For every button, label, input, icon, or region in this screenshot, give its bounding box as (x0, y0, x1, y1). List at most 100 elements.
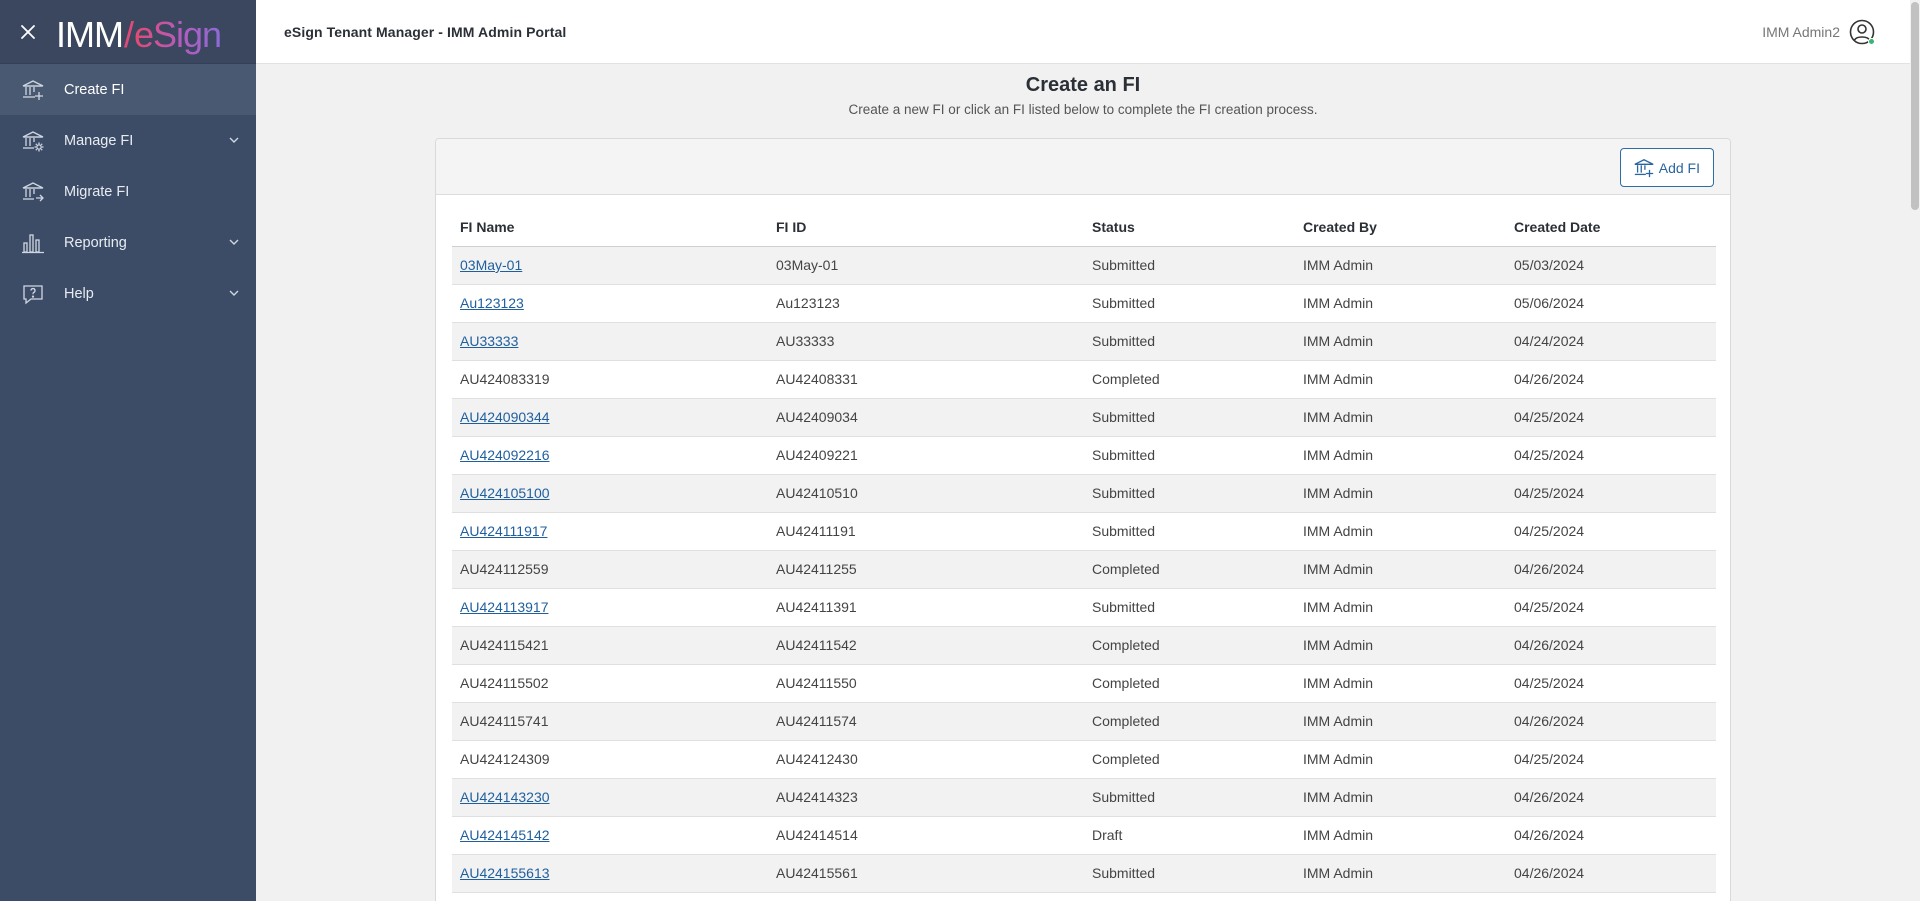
table-row[interactable]: AU424092216 AU42409221 Submitted IMM Admin 0… (452, 436, 1716, 475)
fi-name-link[interactable]: Au123123 (460, 295, 524, 311)
created-date-cell: 04/26/2024 (1506, 816, 1716, 855)
created-date-cell: 04/25/2024 (1506, 740, 1716, 779)
fi-name-link[interactable]: AU424155613 (460, 865, 550, 881)
fi-name-link[interactable]: AU424105100 (460, 485, 550, 501)
table-row[interactable]: AU424090344 AU42409034 Submitted IMM Admin 0… (452, 398, 1716, 437)
chevron-down-icon (229, 137, 239, 143)
created-date-cell: 04/26/2024 (1506, 702, 1716, 741)
created-by-cell: IMM Admin (1295, 436, 1506, 475)
main-content: Create an FI Create a new FI or click an… (256, 64, 1910, 901)
fi-name-link[interactable]: AU424092216 (460, 447, 550, 463)
column-header-created-date[interactable]: Created Date (1506, 209, 1716, 247)
status-cell: Submitted (1084, 474, 1295, 513)
sidebar-item-help[interactable]: Help (0, 268, 256, 319)
fi-id-cell: AU42414514 (768, 816, 1084, 855)
fi-list-card: Add FI FI Name FI ID Status Created By C… (435, 138, 1731, 901)
table-row: AU424124309 AU42412430 Completed IMM Admin 0… (452, 740, 1716, 779)
sidebar-item-create-fi[interactable]: Create FI (0, 64, 256, 115)
imm-esign-logo[interactable]: IMM / eSign (56, 8, 222, 56)
status-cell: Submitted (1084, 284, 1295, 323)
table-row: AU424083319 AU42408331 Completed IMM Admin 0… (452, 360, 1716, 399)
status-cell: Completed (1084, 702, 1295, 741)
table-row[interactable]: AU424105100 AU42410510 Submitted IMM Admin 0… (452, 474, 1716, 513)
fi-name-cell: AU424115741 (452, 702, 768, 741)
status-cell: Submitted (1084, 322, 1295, 361)
status-cell: Submitted (1084, 436, 1295, 475)
fi-id-cell: AU42411542 (768, 626, 1084, 665)
fi-name-cell: AU424092216 (452, 436, 768, 475)
fi-id-cell: AU42415561 (768, 854, 1084, 893)
table-header-row: FI Name FI ID Status Created By Created … (452, 209, 1716, 247)
fi-name-cell: AU424113917 (452, 588, 768, 627)
created-by-cell: IMM Admin (1295, 664, 1506, 703)
status-cell: Completed (1084, 360, 1295, 399)
fi-name-cell: AU424090344 (452, 398, 768, 437)
status-cell: Submitted (1084, 588, 1295, 627)
sidebar-item-migrate-fi[interactable]: Migrate FI (0, 166, 256, 217)
fi-name-cell: AU424145142 (452, 816, 768, 855)
table-row[interactable]: AU424113917 AU42411391 Submitted IMM Admin 0… (452, 588, 1716, 627)
user-menu[interactable]: IMM Admin2 (1762, 18, 1876, 46)
fi-id-cell: AU42409034 (768, 398, 1084, 437)
table-row[interactable]: AU424143230 AU42414323 Submitted IMM Admin 0… (452, 778, 1716, 817)
status-cell: Draft (1084, 816, 1295, 855)
fi-name-cell: AU424124309 (452, 740, 768, 779)
fi-name-link[interactable]: AU33333 (460, 333, 518, 349)
card-toolbar: Add FI (436, 139, 1730, 195)
fi-name-link[interactable]: AU424145142 (460, 827, 550, 843)
page-scrollbar[interactable] (1910, 0, 1920, 901)
table-row: AU424115502 AU42411550 Completed IMM Admin 0… (452, 664, 1716, 703)
fi-name-cell: AU33333 (452, 322, 768, 361)
table-row[interactable]: AU33333 AU33333 Submitted IMM Admin 04/24/20… (452, 322, 1716, 361)
online-status-dot (1868, 38, 1875, 45)
column-header-created-by[interactable]: Created By (1295, 209, 1506, 247)
table-row[interactable]: AU424155613 AU42415561 Submitted IMM Admin 0… (452, 854, 1716, 893)
fi-name-link[interactable]: AU424090344 (460, 409, 550, 425)
top-bar: eSign Tenant Manager - IMM Admin Portal … (256, 0, 1920, 64)
column-header-status[interactable]: Status (1084, 209, 1295, 247)
created-date-cell: 04/25/2024 (1506, 512, 1716, 551)
created-date-cell: 04/25/2024 (1506, 664, 1716, 703)
created-date-cell: 04/25/2024 (1506, 436, 1716, 475)
table-row[interactable]: AU424111917 AU42411191 Submitted IMM Admin 0… (452, 512, 1716, 551)
fi-name-cell: AU424111917 (452, 512, 768, 551)
fi-id-cell: AU42411255 (768, 550, 1084, 589)
fi-name-cell: Au123123 (452, 284, 768, 323)
table-row: AU424112559 AU42411255 Completed IMM Admin 0… (452, 550, 1716, 589)
sidebar-item-reporting[interactable]: Reporting (0, 217, 256, 268)
created-by-cell: IMM Admin (1295, 816, 1506, 855)
fi-name-link[interactable]: AU424113917 (460, 599, 548, 615)
fi-id-cell: AU33333 (768, 322, 1084, 361)
add-fi-button[interactable]: Add FI (1619, 148, 1714, 187)
table-row[interactable]: Au123123 Au123123 Submitted IMM Admin 05/06/… (452, 284, 1716, 323)
fi-name-cell: AU424083319 (452, 360, 768, 399)
close-menu-button[interactable] (0, 0, 56, 64)
created-by-cell: IMM Admin (1295, 398, 1506, 437)
fi-id-cell: AU42411574 (768, 702, 1084, 741)
sidebar-item-label: Reporting (64, 234, 127, 251)
fi-id-cell: Au123123 (768, 284, 1084, 323)
scrollbar-thumb[interactable] (1911, 2, 1919, 210)
column-header-fi-id[interactable]: FI ID (768, 209, 1084, 247)
fi-name-cell: AU424105100 (452, 474, 768, 513)
table-row: AU424115741 AU42411574 Completed IMM Admin 0… (452, 702, 1716, 741)
created-date-cell: 04/26/2024 (1506, 360, 1716, 399)
table-body: 03May-01 03May-01 Submitted IMM Admin 05/03/… (452, 246, 1716, 893)
fi-id-cell: AU42414323 (768, 778, 1084, 817)
fi-id-cell: AU42412430 (768, 740, 1084, 779)
fi-id-cell: AU42409221 (768, 436, 1084, 475)
sidebar-item-label: Help (64, 285, 94, 302)
status-cell: Submitted (1084, 778, 1295, 817)
column-header-fi-name[interactable]: FI Name (452, 209, 768, 247)
sidebar-item-manage-fi[interactable]: Manage FI (0, 115, 256, 166)
fi-name-link[interactable]: AU424111917 (460, 523, 547, 539)
close-icon (21, 24, 35, 39)
table-row[interactable]: 03May-01 03May-01 Submitted IMM Admin 05/03/… (452, 246, 1716, 285)
fi-id-cell: AU42411550 (768, 664, 1084, 703)
user-name: IMM Admin2 (1762, 24, 1840, 40)
table-row[interactable]: AU424145142 AU42414514 Draft IMM Admin 04/26… (452, 816, 1716, 855)
fi-name-link[interactable]: AU424143230 (460, 789, 550, 805)
bar-chart-icon (20, 230, 46, 256)
status-cell: Submitted (1084, 246, 1295, 285)
fi-name-link[interactable]: 03May-01 (460, 257, 522, 273)
